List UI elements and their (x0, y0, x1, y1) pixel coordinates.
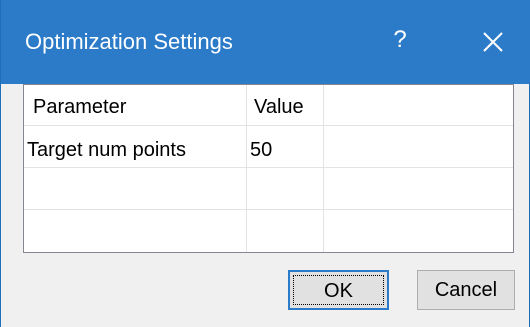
row-divider (24, 167, 513, 168)
optimization-settings-dialog: Optimization Settings ? Parameter Value … (0, 0, 530, 327)
parameters-table[interactable]: Parameter Value Target num points 50 (23, 84, 514, 253)
row-parameter-name[interactable]: Target num points (27, 137, 186, 163)
ok-button[interactable]: OK (288, 270, 389, 310)
dialog-title: Optimization Settings (25, 29, 233, 54)
row-parameter-value[interactable]: 50 (250, 137, 272, 163)
row-divider (24, 125, 513, 126)
column-divider (323, 85, 324, 252)
title-bar[interactable]: Optimization Settings ? (1, 0, 530, 84)
column-divider (246, 85, 247, 252)
row-divider (24, 209, 513, 210)
cancel-button[interactable]: Cancel (417, 270, 515, 310)
close-icon (483, 32, 503, 52)
column-header-parameter[interactable]: Parameter (33, 94, 126, 120)
column-header-value[interactable]: Value (254, 94, 304, 120)
close-button[interactable] (471, 20, 515, 64)
ok-button-label: OK (324, 280, 353, 302)
help-button[interactable]: ? (385, 22, 415, 58)
